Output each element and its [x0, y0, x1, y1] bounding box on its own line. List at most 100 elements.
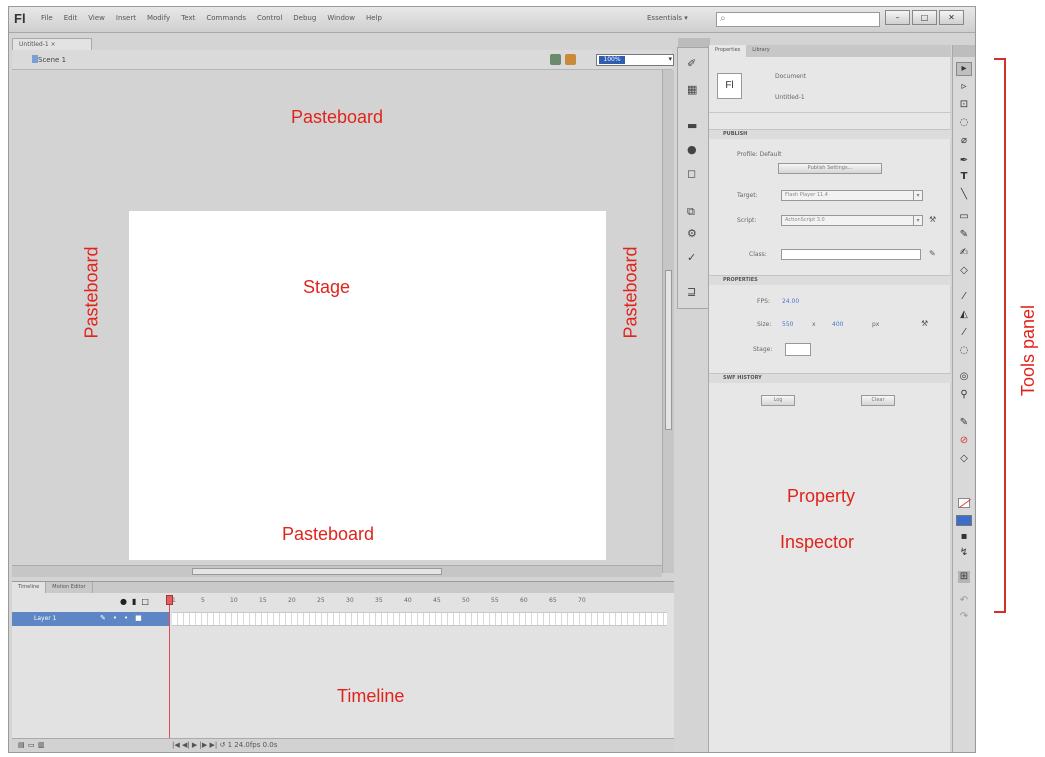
no-color-icon[interactable]: ⊘: [958, 435, 970, 447]
zoom-select[interactable]: 100% ▾: [596, 54, 674, 66]
minimize-button[interactable]: –: [885, 10, 910, 25]
snap-to-objects-icon[interactable]: ⊞: [958, 571, 970, 583]
transform-icon[interactable]: ◻: [687, 168, 696, 180]
rectangle-tool-icon[interactable]: ▭: [958, 211, 970, 223]
swap-colors-icon[interactable]: ↯: [958, 547, 970, 559]
stage-color-swatch[interactable]: [785, 343, 811, 356]
tab-properties[interactable]: Properties: [709, 45, 747, 57]
menu-text[interactable]: Text: [181, 14, 195, 22]
line-tool-icon[interactable]: ╲: [958, 189, 970, 201]
tab-motion-editor[interactable]: Motion Editor: [46, 582, 93, 593]
menu-insert[interactable]: Insert: [116, 14, 136, 22]
script-select[interactable]: ActionScript 3.0 ▾: [781, 215, 923, 226]
maximize-button[interactable]: □: [912, 10, 937, 25]
delete-layer-icon[interactable]: ▥: [38, 741, 45, 749]
wrench-icon[interactable]: ⚒: [929, 215, 936, 224]
new-folder-icon[interactable]: ▭: [28, 741, 35, 749]
outline-square-icon[interactable]: ■: [135, 614, 142, 622]
fill-color-swatch[interactable]: [956, 515, 972, 526]
scroll-thumb[interactable]: [665, 270, 672, 430]
scroll-thumb[interactable]: [192, 568, 442, 575]
swf-history-section-header[interactable]: SWF HISTORY: [709, 373, 951, 383]
class-input[interactable]: [781, 249, 921, 260]
free-transform-tool-icon[interactable]: ⊡: [958, 99, 970, 111]
smooth-icon[interactable]: ↶: [958, 595, 970, 607]
brush-library-icon[interactable]: ✓: [687, 252, 696, 264]
menu-file[interactable]: File: [41, 14, 53, 22]
stroke-color-swatch[interactable]: [958, 498, 970, 508]
menu-commands[interactable]: Commands: [206, 14, 246, 22]
code-snippets-icon[interactable]: ⚙: [687, 228, 697, 240]
workspace-switcher[interactable]: Essentials ▾: [647, 14, 688, 22]
vertical-scrollbar[interactable]: [662, 70, 674, 573]
stage-height-value[interactable]: 400: [832, 321, 843, 328]
black-white-icon[interactable]: ▪: [958, 531, 970, 543]
text-tool-icon[interactable]: T: [958, 171, 970, 183]
swatches-icon[interactable]: ▦: [687, 84, 697, 96]
eyedropper-tool-icon[interactable]: ⁄: [958, 327, 970, 339]
pasteboard[interactable]: [12, 70, 662, 573]
fps-value[interactable]: 24.00: [782, 298, 799, 305]
menu-control[interactable]: Control: [257, 14, 282, 22]
tab-library[interactable]: Library: [746, 45, 775, 57]
menu-window[interactable]: Window: [327, 14, 355, 22]
wrench-icon[interactable]: ⚒: [921, 319, 928, 328]
outline-icon[interactable]: □: [141, 597, 149, 606]
publish-settings-button[interactable]: Publish Settings...: [778, 163, 882, 174]
frames-row[interactable]: [172, 612, 667, 626]
align-icon[interactable]: ▬: [687, 120, 697, 132]
straighten-icon[interactable]: ↷: [958, 611, 970, 623]
stroke-color-icon[interactable]: ✎: [958, 417, 970, 429]
help-search-input[interactable]: ⌕: [716, 12, 880, 27]
panel-strip-header: [678, 38, 710, 47]
components-icon[interactable]: ⧉: [687, 206, 695, 218]
edit-symbols-icon[interactable]: [565, 54, 576, 65]
eraser-tool-icon[interactable]: ◌: [958, 345, 970, 357]
frame-number: 60: [520, 597, 528, 604]
document-tab[interactable]: Untitled-1 ×: [12, 38, 92, 50]
clear-button[interactable]: Clear: [861, 395, 895, 406]
scene-label[interactable]: Scene 1: [38, 56, 66, 64]
pencil-tool-icon[interactable]: ✎: [958, 229, 970, 241]
selection-tool-icon[interactable]: ▸: [958, 63, 970, 75]
subselection-tool-icon[interactable]: ▹: [958, 81, 970, 93]
horizontal-scrollbar[interactable]: [12, 565, 662, 577]
lock-icon[interactable]: ▮: [132, 597, 136, 606]
eye-icon[interactable]: ●: [120, 597, 127, 606]
edit-scene-icon[interactable]: [550, 54, 561, 65]
fill-color-icon[interactable]: ◇: [958, 453, 970, 465]
hand-tool-icon[interactable]: ◎: [958, 371, 970, 383]
color-panel-icon[interactable]: ✐: [687, 58, 696, 70]
menu-edit[interactable]: Edit: [64, 14, 78, 22]
3d-rotation-tool-icon[interactable]: ◌: [958, 117, 970, 129]
tab-timeline[interactable]: Timeline: [12, 582, 47, 593]
stage[interactable]: [129, 211, 606, 560]
new-layer-icon[interactable]: ▤: [18, 741, 25, 749]
lasso-tool-icon[interactable]: ⌀: [958, 135, 970, 147]
layer-row[interactable]: Layer 1 ✎ • • ■: [12, 612, 170, 626]
menu-help[interactable]: Help: [366, 14, 382, 22]
playback-controls[interactable]: |◀ ◀| ▶ |▶ ▶| ↺ 1 24.0fps 0.0s: [172, 741, 277, 749]
target-select[interactable]: Flash Player 11.4 ▾: [781, 190, 923, 201]
pencil-icon[interactable]: ✎: [929, 249, 936, 258]
paint-bucket-tool-icon[interactable]: ◭: [958, 309, 970, 321]
log-button[interactable]: Log: [761, 395, 795, 406]
zoom-tool-icon[interactable]: ⚲: [958, 389, 970, 401]
playhead[interactable]: [166, 595, 173, 605]
bone-tool-icon[interactable]: ⁄: [958, 291, 970, 303]
motion-presets-icon[interactable]: ⊒: [687, 286, 696, 298]
lock-dot-icon[interactable]: •: [124, 614, 128, 622]
layer-name[interactable]: Layer 1: [34, 615, 56, 622]
close-button[interactable]: ✕: [939, 10, 964, 25]
pen-tool-icon[interactable]: ✒: [958, 155, 970, 167]
properties-section-header[interactable]: PROPERTIES: [709, 275, 951, 285]
visibility-dot-icon[interactable]: •: [113, 614, 117, 622]
menu-debug[interactable]: Debug: [293, 14, 316, 22]
menu-view[interactable]: View: [88, 14, 105, 22]
stage-width-value[interactable]: 550: [782, 321, 793, 328]
deco-tool-icon[interactable]: ◇: [958, 265, 970, 277]
info-icon[interactable]: ●: [687, 144, 697, 156]
brush-tool-icon[interactable]: ✍: [958, 247, 970, 259]
publish-section-header[interactable]: PUBLISH: [709, 129, 951, 139]
menu-modify[interactable]: Modify: [147, 14, 170, 22]
